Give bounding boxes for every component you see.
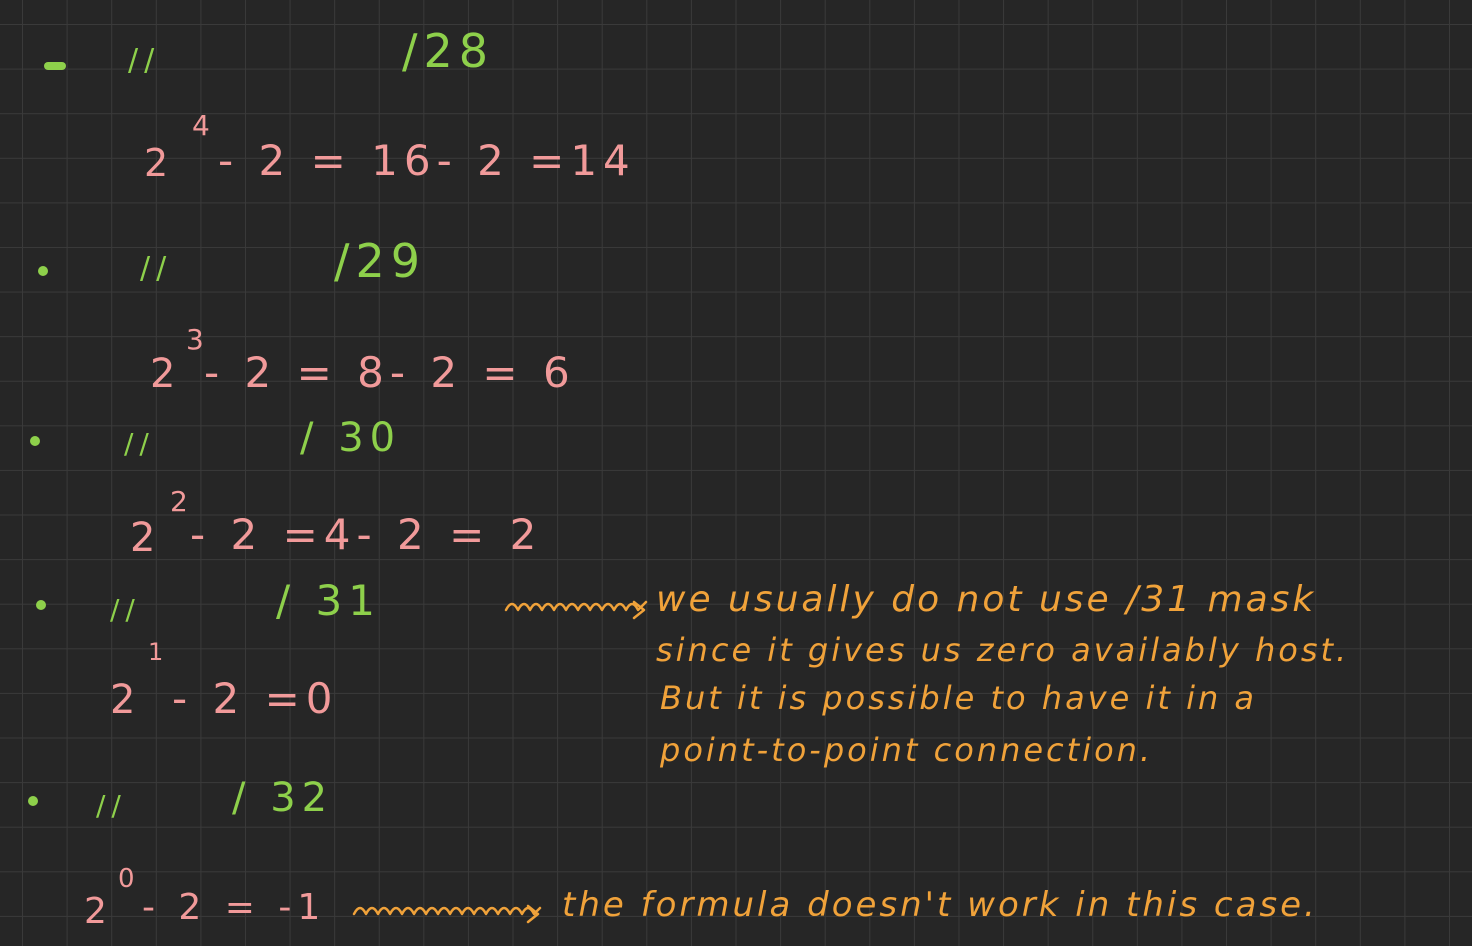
bullet-dot	[36, 600, 46, 610]
equation-rest: - 2 = -1	[142, 887, 327, 928]
bullet-dot	[28, 796, 38, 806]
equation-rest: - 2 =4- 2 = 2	[190, 510, 543, 559]
bullet-dash	[44, 62, 66, 70]
equation-base: 2	[144, 141, 175, 185]
ditto-mark: //	[124, 427, 155, 460]
equation-exponent: 0	[118, 864, 135, 894]
ditto-mark: //	[140, 251, 173, 286]
ditto-mark: //	[96, 789, 127, 822]
mask-29: /29	[334, 234, 427, 288]
mask-28: /28	[402, 24, 495, 78]
equation-rest: - 2 = 16- 2 =14	[218, 136, 636, 185]
ditto-mark: //	[110, 593, 141, 626]
bullet-dot	[30, 436, 40, 446]
mask-31: / 31	[276, 576, 381, 625]
equation-exponent: 4	[192, 109, 210, 142]
note-line: we usually do not use /31 mask	[656, 579, 1317, 620]
mask-30: / 30	[300, 415, 402, 461]
equation-exponent: 2	[170, 485, 188, 518]
note-line: point-to-point connection.	[660, 731, 1154, 769]
equation-base: 2	[150, 351, 182, 397]
equation-base: 2	[130, 515, 162, 561]
wavy-arrow-icon	[504, 600, 648, 620]
mask-32: / 32	[232, 775, 334, 821]
equation-exponent: 3	[186, 323, 204, 356]
note-line: But it is possible to have it in a	[660, 679, 1258, 717]
equation-exponent: 1	[148, 638, 164, 666]
equation-rest: - 2 = 8- 2 = 6	[204, 348, 576, 397]
equation-rest: - 2 =0	[172, 674, 339, 723]
bullet-dot	[38, 266, 48, 276]
whiteboard-canvas: // /28 2 4 - 2 = 16- 2 =14 // /29 2 3 - …	[0, 0, 1472, 946]
equation-base: 2	[84, 891, 113, 932]
wavy-arrow-icon	[352, 904, 542, 924]
equation-base: 2	[110, 677, 142, 723]
note-line: the formula doesn't work in this case.	[562, 885, 1318, 925]
note-line: since it gives us zero availably host.	[656, 631, 1350, 669]
ditto-mark: //	[128, 43, 161, 78]
